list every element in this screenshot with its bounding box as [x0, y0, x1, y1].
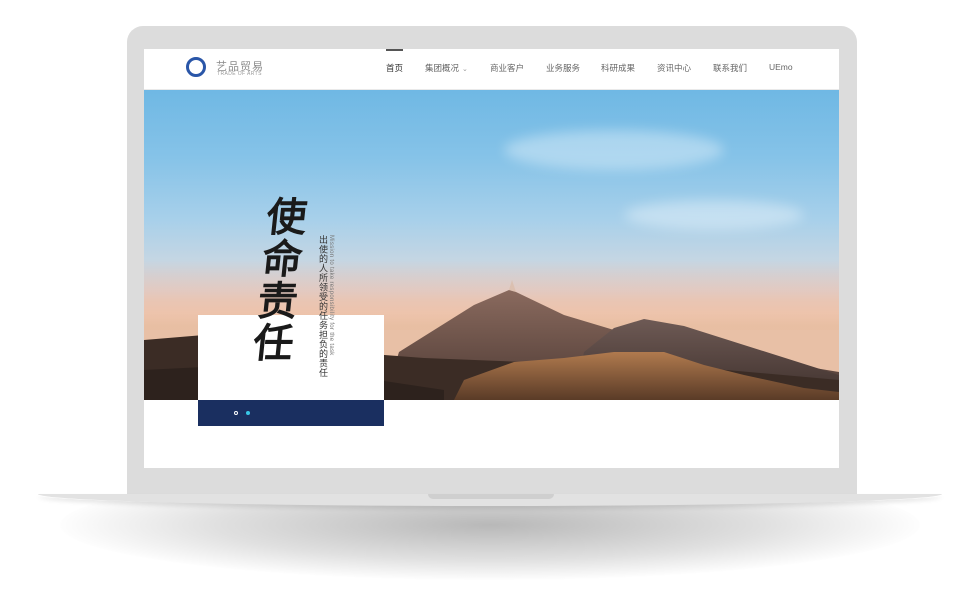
- calligraphy-char: 任: [250, 320, 296, 367]
- calligraphy-char: 使: [264, 194, 310, 241]
- nav-item-home[interactable]: 首页: [386, 62, 403, 74]
- nav-active-indicator: [386, 49, 403, 51]
- calligraphy-char: 命: [259, 236, 305, 283]
- nav-item-label: 集团概况: [425, 63, 460, 73]
- nav-item-research[interactable]: 科研成果: [601, 62, 635, 74]
- banner-subtitle-en: Mission to take responsibility for the t…: [328, 235, 334, 356]
- slide-dot-1[interactable]: [234, 411, 238, 415]
- nav-item-business-clients[interactable]: 商业客户: [490, 62, 524, 74]
- site-header: 艺品贸易 TRADE OF ARTS 首页 集团概况 ⌄ 商业客户 业务服务 科研…: [144, 49, 839, 90]
- slider-control-bar: [198, 400, 384, 426]
- logo-subtext: TRADE OF ARTS: [217, 71, 262, 77]
- logo-circle-icon[interactable]: [186, 57, 206, 77]
- calligraphy-char: 责: [255, 278, 301, 325]
- slide-dot-2[interactable]: [246, 411, 250, 415]
- nav-item-business-services[interactable]: 业务服务: [546, 62, 580, 74]
- nav-item-contact[interactable]: 联系我们: [713, 62, 747, 74]
- nav-item-uemo[interactable]: UEmo: [769, 62, 793, 72]
- nav-item-group-overview[interactable]: 集团概况 ⌄: [425, 62, 468, 74]
- chevron-down-icon: ⌄: [462, 66, 468, 73]
- laptop-notch: [428, 494, 554, 499]
- nav-item-news[interactable]: 资讯中心: [657, 62, 691, 74]
- website-screen: 艺品贸易 TRADE OF ARTS 首页 集团概况 ⌄ 商业客户 业务服务 科研…: [144, 49, 839, 468]
